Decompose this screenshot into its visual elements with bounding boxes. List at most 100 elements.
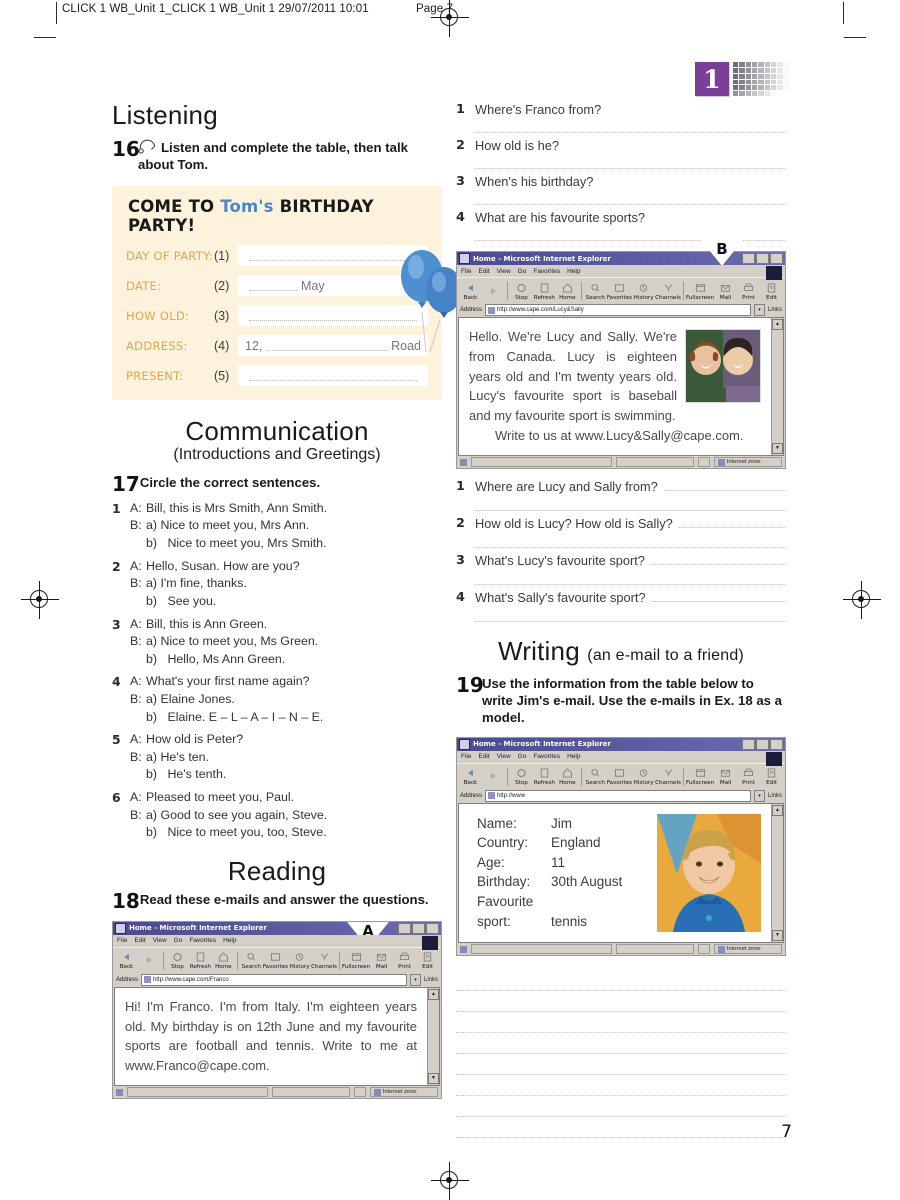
toolbar-search-button[interactable]: Search <box>584 282 607 301</box>
scroll-down-icon[interactable]: ▼ <box>428 1072 439 1084</box>
toolbar-history-button[interactable]: History <box>288 951 311 970</box>
menu-view[interactable]: View <box>497 268 511 275</box>
answer-line-inline[interactable] <box>650 553 786 565</box>
menu-edit[interactable]: Edit <box>478 268 489 275</box>
menu-edit[interactable]: Edit <box>478 753 489 760</box>
toolbar-history-button[interactable]: History <box>632 767 655 786</box>
scroll-up-icon[interactable]: ▲ <box>772 319 783 330</box>
answer-line-inline[interactable] <box>678 516 786 528</box>
toolbar-favorites-button[interactable]: Favorites <box>607 767 632 786</box>
minimize-button[interactable] <box>742 253 755 264</box>
toolbar-back-button[interactable]: Back <box>459 282 482 301</box>
window-controls[interactable] <box>742 738 783 750</box>
window-controls[interactable] <box>398 922 439 934</box>
toolbar-stop-button[interactable]: Stop <box>510 282 533 301</box>
toolbar-fullscreen-button[interactable]: Fullscreen <box>686 767 714 786</box>
toolbar-refresh-button[interactable]: Refresh <box>189 951 212 970</box>
option-a-text[interactable]: Nice to meet you, Ms Green. <box>160 634 318 648</box>
answer-line[interactable] <box>475 119 786 133</box>
menu-view[interactable]: View <box>497 753 511 760</box>
toolbar-fullscreen-button[interactable]: Fullscreen <box>686 282 714 301</box>
toolbar-home-button[interactable]: Home <box>212 951 235 970</box>
menu-favorites[interactable]: Favorites <box>189 937 216 944</box>
writing-line[interactable] <box>456 1033 786 1054</box>
answer-line[interactable] <box>475 155 786 169</box>
toolbar-channels-button[interactable]: Channels <box>655 767 681 786</box>
answer-line[interactable] <box>475 534 786 548</box>
address-input[interactable]: http://www <box>485 789 751 802</box>
option-b-text[interactable]: Nice to meet you, too, Steve. <box>167 825 326 839</box>
close-button[interactable] <box>426 922 439 934</box>
maximize-button[interactable] <box>756 738 769 750</box>
menu-favorites[interactable]: Favorites <box>533 268 560 275</box>
scroll-down-icon[interactable]: ▼ <box>772 442 783 454</box>
writing-line[interactable] <box>456 1054 786 1075</box>
menu-file[interactable]: File <box>117 937 127 944</box>
toolbar-mail-button[interactable]: Mail <box>714 282 737 301</box>
toolbar-edit-button[interactable]: Edit <box>416 951 439 970</box>
answer-line-inline[interactable] <box>663 479 786 491</box>
writing-line[interactable] <box>456 1012 786 1033</box>
writing-line[interactable] <box>456 991 786 1012</box>
answer-line[interactable] <box>475 227 786 241</box>
option-b-text[interactable]: He's tenth. <box>167 767 226 781</box>
toolbar-back-button[interactable]: Back <box>459 767 482 786</box>
menu-favorites[interactable]: Favorites <box>533 753 560 760</box>
address-dropdown-icon[interactable]: ▾ <box>409 973 421 986</box>
toolbar-favorites-button[interactable]: Favorites <box>263 951 288 970</box>
maximize-button[interactable] <box>756 253 769 264</box>
toolbar-refresh-button[interactable]: Refresh <box>533 282 556 301</box>
toolbar-print-button[interactable]: Print <box>737 282 760 301</box>
answer-line-inline[interactable] <box>651 590 786 602</box>
menu-file[interactable]: File <box>461 753 471 760</box>
scroll-down-icon[interactable]: ▼ <box>772 929 783 941</box>
answer-line[interactable] <box>475 608 786 622</box>
vertical-scrollbar[interactable]: ▲ ▼ <box>427 987 439 1085</box>
menu-edit[interactable]: Edit <box>134 937 145 944</box>
option-b-text[interactable]: Nice to meet you, Mrs Smith. <box>167 536 326 550</box>
close-button[interactable] <box>770 253 783 264</box>
maximize-button[interactable] <box>412 922 425 934</box>
toolbar-mail-button[interactable]: Mail <box>714 767 737 786</box>
answer-line[interactable] <box>475 191 786 205</box>
toolbar-refresh-button[interactable]: Refresh <box>533 767 556 786</box>
toolbar-stop-button[interactable]: Stop <box>166 951 189 970</box>
address-input[interactable]: http://www.cape.com/Franco <box>141 973 407 986</box>
menu-go[interactable]: Go <box>518 753 527 760</box>
option-a-text[interactable]: Elaine Jones. <box>160 692 234 706</box>
toolbar-channels-button[interactable]: Channels <box>311 951 337 970</box>
vertical-scrollbar[interactable]: ▲ ▼ <box>771 318 783 455</box>
toolbar-stop-button[interactable]: Stop <box>510 767 533 786</box>
scroll-up-icon[interactable]: ▲ <box>772 804 783 816</box>
toolbar-home-button[interactable]: Home <box>556 767 579 786</box>
option-b-text[interactable]: Elaine. E – L – A – I – N – E. <box>167 710 323 724</box>
toolbar-forward-button[interactable] <box>482 285 505 298</box>
option-a-text[interactable]: Nice to meet you, Mrs Ann. <box>160 518 309 532</box>
toolbar-forward-button[interactable] <box>138 954 161 967</box>
scroll-up-icon[interactable]: ▲ <box>428 988 439 1000</box>
toolbar-search-button[interactable]: Search <box>240 951 263 970</box>
toolbar-search-button[interactable]: Search <box>584 767 607 786</box>
menu-file[interactable]: File <box>461 268 471 275</box>
option-a-text[interactable]: He's ten. <box>160 750 209 764</box>
menu-help[interactable]: Help <box>567 753 580 760</box>
answer-line[interactable] <box>475 497 786 511</box>
writing-line[interactable] <box>456 1117 786 1138</box>
writing-line[interactable] <box>456 1096 786 1117</box>
toolbar-edit-button[interactable]: Edit <box>760 282 783 301</box>
option-a-text[interactable]: I'm fine, thanks. <box>160 576 246 590</box>
toolbar-print-button[interactable]: Print <box>393 951 416 970</box>
answer-line[interactable] <box>475 571 786 585</box>
address-dropdown-icon[interactable]: ▾ <box>753 304 765 316</box>
toolbar-history-button[interactable]: History <box>632 282 655 301</box>
option-a-text[interactable]: Good to see you again, Steve. <box>160 808 327 822</box>
address-input[interactable]: http://www.cape.com/Lucy&Sally <box>485 304 751 316</box>
option-b-text[interactable]: See you. <box>167 594 216 608</box>
writing-line[interactable] <box>456 970 786 991</box>
minimize-button[interactable] <box>398 922 411 934</box>
menu-go[interactable]: Go <box>518 268 527 275</box>
close-button[interactable] <box>770 738 783 750</box>
toolbar-forward-button[interactable] <box>482 770 505 783</box>
menu-view[interactable]: View <box>153 937 167 944</box>
minimize-button[interactable] <box>742 738 755 750</box>
